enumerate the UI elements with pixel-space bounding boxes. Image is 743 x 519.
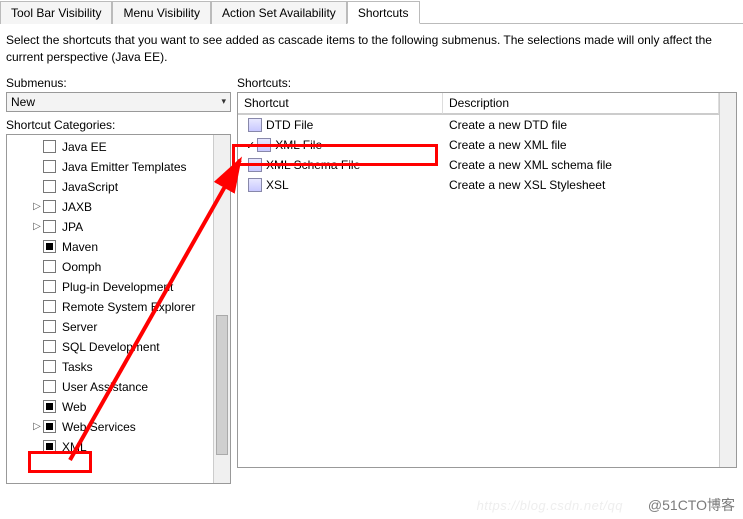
category-checkbox[interactable] xyxy=(43,420,56,433)
table-row[interactable]: XML File Create a new XML file xyxy=(238,135,719,155)
category-item[interactable]: JavaScript xyxy=(7,177,213,197)
category-label: Maven xyxy=(62,240,98,254)
category-label: JPA xyxy=(62,220,83,234)
shortcuts-table: Shortcut Description DTD File Create a ne… xyxy=(237,92,737,468)
table-row[interactable]: DTD File Create a new DTD file xyxy=(238,115,719,135)
expand-icon[interactable]: ▷ xyxy=(31,421,43,432)
category-label: XML xyxy=(62,440,87,454)
category-checkbox[interactable] xyxy=(43,300,56,313)
category-item[interactable]: Java EE xyxy=(7,137,213,157)
category-label: Server xyxy=(62,320,97,334)
tab-shortcuts[interactable]: Shortcuts xyxy=(347,1,420,24)
shortcut-name: XML File xyxy=(275,138,322,152)
category-label: Remote System Explorer xyxy=(62,300,195,314)
shortcuts-label: Shortcuts: xyxy=(237,76,737,90)
category-item[interactable]: Plug-in Development xyxy=(7,277,213,297)
tab-toolbar-visibility[interactable]: Tool Bar Visibility xyxy=(0,1,112,24)
submenus-label: Submenus: xyxy=(6,76,231,90)
file-icon xyxy=(248,178,262,192)
category-checkbox[interactable] xyxy=(43,340,56,353)
categories-tree: Java EE Java Emitter Templates JavaScript ▷… xyxy=(6,134,231,484)
th-shortcut[interactable]: Shortcut xyxy=(238,93,443,114)
category-item[interactable]: Java Emitter Templates xyxy=(7,157,213,177)
category-item[interactable]: Server xyxy=(7,317,213,337)
submenus-selected: New xyxy=(11,95,35,109)
watermark-text: @51CTO博客 xyxy=(648,495,735,515)
shortcut-name: XSL xyxy=(266,178,289,192)
table-row[interactable]: XSL Create a new XSL Stylesheet xyxy=(238,175,719,195)
category-checkbox[interactable] xyxy=(43,240,56,253)
file-icon xyxy=(248,158,262,172)
categories-scrollbar[interactable] xyxy=(213,135,230,483)
category-label: SQL Development xyxy=(62,340,160,354)
file-icon xyxy=(248,118,262,132)
category-item[interactable]: Oomph xyxy=(7,257,213,277)
category-checkbox[interactable] xyxy=(43,360,56,373)
category-checkbox[interactable] xyxy=(43,140,56,153)
category-checkbox[interactable] xyxy=(43,260,56,273)
category-item[interactable]: SQL Development xyxy=(7,337,213,357)
category-checkbox[interactable] xyxy=(43,440,56,453)
category-label: Web Services xyxy=(62,420,136,434)
expand-icon[interactable]: ▷ xyxy=(31,221,43,232)
category-label: JAXB xyxy=(62,200,92,214)
shortcut-name: XML Schema File xyxy=(266,158,360,172)
category-label: Tasks xyxy=(62,360,93,374)
category-checkbox[interactable] xyxy=(43,200,56,213)
category-item[interactable]: ▷ JPA xyxy=(7,217,213,237)
table-header: Shortcut Description xyxy=(238,93,719,115)
shortcut-description: Create a new XML schema file xyxy=(443,155,719,175)
category-item[interactable]: Web xyxy=(7,397,213,417)
category-label: User Assistance xyxy=(62,380,148,394)
shortcut-name: DTD File xyxy=(266,118,313,132)
tab-bar: Tool Bar Visibility Menu Visibility Acti… xyxy=(0,0,743,24)
category-item[interactable]: User Assistance xyxy=(7,377,213,397)
submenus-dropdown[interactable]: New ▾ xyxy=(6,92,231,112)
category-checkbox[interactable] xyxy=(43,280,56,293)
category-label: Java EE xyxy=(62,140,107,154)
category-item[interactable]: ▷ JAXB xyxy=(7,197,213,217)
category-label: JavaScript xyxy=(62,180,118,194)
category-item[interactable]: Tasks xyxy=(7,357,213,377)
category-checkbox[interactable] xyxy=(43,380,56,393)
shortcuts-scrollbar[interactable] xyxy=(719,93,736,467)
category-checkbox[interactable] xyxy=(43,320,56,333)
file-icon xyxy=(257,138,271,152)
chevron-down-icon: ▾ xyxy=(221,96,226,107)
category-checkbox[interactable] xyxy=(43,180,56,193)
page-description: Select the shortcuts that you want to se… xyxy=(0,24,743,76)
category-checkbox[interactable] xyxy=(43,160,56,173)
category-label: Java Emitter Templates xyxy=(62,160,187,174)
category-checkbox[interactable] xyxy=(43,220,56,233)
tab-action-set-availability[interactable]: Action Set Availability xyxy=(211,1,347,24)
tab-menu-visibility[interactable]: Menu Visibility xyxy=(112,1,210,24)
category-label: Plug-in Development xyxy=(62,280,173,294)
shortcut-description: Create a new XSL Stylesheet xyxy=(443,175,719,195)
shortcut-description: Create a new XML file xyxy=(443,135,719,155)
category-checkbox[interactable] xyxy=(43,400,56,413)
expand-icon[interactable]: ▷ xyxy=(31,201,43,212)
category-item[interactable]: XML xyxy=(7,437,213,457)
table-row[interactable]: XML Schema File Create a new XML schema f… xyxy=(238,155,719,175)
th-description[interactable]: Description xyxy=(443,93,719,114)
category-item[interactable]: Remote System Explorer xyxy=(7,297,213,317)
category-label: Oomph xyxy=(62,260,101,274)
category-label: Web xyxy=(62,400,86,414)
category-item[interactable]: ▷ Web Services xyxy=(7,417,213,437)
category-item[interactable]: Maven xyxy=(7,237,213,257)
background-watermark-url: https://blog.csdn.net/qq xyxy=(477,498,623,513)
shortcut-categories-label: Shortcut Categories: xyxy=(6,118,231,132)
shortcut-description: Create a new DTD file xyxy=(443,115,719,135)
shortcut-checkbox[interactable] xyxy=(246,138,255,152)
